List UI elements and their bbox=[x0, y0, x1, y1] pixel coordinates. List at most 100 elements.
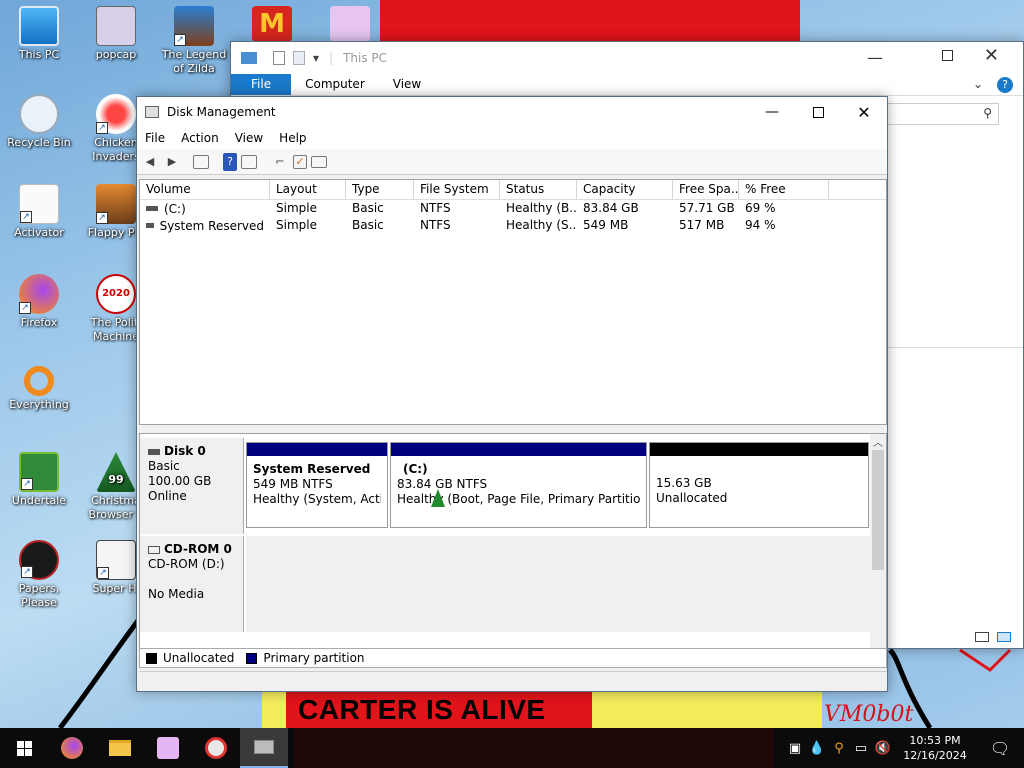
badge-2020: 2020 bbox=[102, 288, 130, 299]
volume-muted-icon[interactable]: 🔇 bbox=[872, 728, 894, 768]
primary-partition-bar bbox=[391, 443, 646, 456]
taskbar-pony-app[interactable] bbox=[144, 728, 192, 768]
table-row[interactable]: (C:) Simple Basic NTFS Healthy (B... 83.… bbox=[140, 200, 886, 217]
taskbar-app-red[interactable] bbox=[192, 728, 240, 768]
network-icon[interactable]: ▭ bbox=[850, 728, 872, 768]
tab-computer[interactable]: Computer bbox=[291, 74, 379, 95]
col-file-system[interactable]: File System bbox=[414, 180, 500, 199]
minimize-button[interactable]: — bbox=[749, 97, 795, 127]
activator-shortcut[interactable]: ↗ Activator bbox=[1, 182, 77, 266]
col-free-space[interactable]: Free Spa... bbox=[673, 180, 739, 199]
explorer-divider bbox=[887, 347, 1023, 348]
disk-management-icon bbox=[254, 740, 274, 754]
close-button[interactable]: ✕ bbox=[984, 45, 999, 66]
firefox-icon: ↗ bbox=[19, 274, 59, 314]
icon-label: This PC bbox=[18, 48, 60, 61]
notification-icon[interactable]: 🗨 bbox=[976, 728, 1024, 768]
papers-please-shortcut[interactable]: ↗ Papers, Please bbox=[1, 538, 77, 622]
firefox-shortcut[interactable]: ↗ Firefox bbox=[1, 272, 77, 356]
scroll-thumb[interactable] bbox=[872, 450, 884, 570]
help-icon[interactable]: ? bbox=[997, 77, 1013, 93]
key-icon[interactable]: ⚲ bbox=[828, 728, 850, 768]
menu-view[interactable]: View bbox=[227, 131, 271, 145]
icon-label: Papers, Please bbox=[18, 582, 60, 609]
forward-arrow-icon[interactable]: ▶ bbox=[163, 153, 181, 171]
vertical-scrollbar[interactable]: ︿ ﹀ bbox=[870, 434, 886, 664]
start-button[interactable] bbox=[0, 728, 48, 768]
menu-file[interactable]: File bbox=[137, 131, 173, 145]
maximize-button[interactable] bbox=[795, 97, 841, 127]
show-hide-icon[interactable] bbox=[241, 154, 257, 169]
minimize-button[interactable]: — bbox=[867, 48, 883, 67]
popcap-shortcut[interactable]: popcap bbox=[78, 4, 154, 88]
partition-c[interactable]: (C:) 83.84 GB NTFS Healthy (Boot, Page F… bbox=[390, 442, 647, 528]
explorer-title: This PC bbox=[343, 51, 388, 65]
scroll-up-icon[interactable]: ︿ bbox=[873, 434, 883, 449]
taskbar-firefox[interactable] bbox=[48, 728, 96, 768]
system-tray: ▣ 💧 ⚲ ▭ 🔇 10:53 PM 12/16/2024 🗨 bbox=[784, 728, 1024, 768]
expand-ribbon-icon[interactable]: ⌄ bbox=[959, 74, 997, 95]
new-folder-icon[interactable] bbox=[293, 51, 305, 65]
tab-file[interactable]: File bbox=[231, 74, 292, 95]
cdrom-empty-area bbox=[246, 536, 872, 632]
clock[interactable]: 10:53 PM 12/16/2024 bbox=[894, 733, 976, 763]
status-bar bbox=[139, 671, 887, 689]
properties-check-icon[interactable]: ✓ bbox=[293, 154, 307, 169]
taskbar-file-explorer[interactable] bbox=[96, 728, 144, 768]
partition-status: Unallocated bbox=[656, 491, 728, 505]
everything-shortcut[interactable]: Everything bbox=[1, 360, 77, 444]
back-arrow-icon[interactable]: ◀ bbox=[141, 153, 159, 171]
connect-icon[interactable]: ⌐ bbox=[271, 153, 289, 171]
free-cell: 57.71 GB bbox=[679, 201, 735, 215]
this-pc-shortcut[interactable]: This PC bbox=[1, 4, 77, 88]
flappy-icon: ↗ bbox=[96, 184, 136, 224]
large-icons-view-icon[interactable] bbox=[997, 632, 1011, 642]
maximize-button[interactable] bbox=[942, 50, 953, 61]
legend-of-zilda-shortcut[interactable]: ↗ The Legend of Zilda bbox=[156, 4, 232, 88]
explorer-search-box[interactable]: ⚲ bbox=[883, 103, 999, 125]
chevron-down-icon[interactable]: ▾ bbox=[313, 51, 319, 65]
help-book-icon[interactable]: ? bbox=[223, 152, 237, 171]
icon-label: The Legend of Zilda bbox=[161, 48, 227, 75]
col-status[interactable]: Status bbox=[500, 180, 577, 199]
recycle-bin-shortcut[interactable]: Recycle Bin bbox=[1, 92, 77, 176]
close-button[interactable]: ✕ bbox=[841, 97, 887, 127]
disk-0-label[interactable]: Disk 0 Basic 100.00 GB Online bbox=[140, 438, 244, 534]
mcdonalds-icon[interactable]: M bbox=[252, 6, 292, 42]
pony-icon[interactable] bbox=[330, 6, 370, 42]
folder-icon bbox=[241, 52, 257, 64]
drive-icon bbox=[146, 223, 154, 228]
fs-cell: NTFS bbox=[420, 201, 451, 215]
col-volume[interactable]: Volume bbox=[140, 180, 270, 199]
list-view-icon[interactable] bbox=[311, 155, 327, 168]
console-tree-icon[interactable] bbox=[193, 154, 209, 169]
col-capacity[interactable]: Capacity bbox=[577, 180, 673, 199]
disk-management-window[interactable]: Disk Management — ✕ File Action View Hel… bbox=[136, 96, 888, 692]
undertale-shortcut[interactable]: ↗ Undertale bbox=[1, 450, 77, 534]
unallocated-swatch bbox=[146, 652, 157, 664]
dm-titlebar[interactable]: Disk Management — ✕ bbox=[137, 97, 887, 127]
partition-status: Healthy (System, Active, bbox=[253, 492, 381, 506]
col-layout[interactable]: Layout bbox=[270, 180, 346, 199]
drop-icon[interactable]: 💧 bbox=[806, 728, 828, 768]
table-row[interactable]: System Reserved Simple Basic NTFS Health… bbox=[140, 217, 886, 234]
partition-system-reserved[interactable]: System Reserved 549 MB NTFS Healthy (Sys… bbox=[246, 442, 388, 528]
explorer-titlebar[interactable]: ▾ | This PC — ✕ bbox=[231, 42, 1023, 74]
capacity-cell: 549 MB bbox=[583, 218, 629, 232]
shortcut-arrow-icon: ↗ bbox=[174, 34, 186, 46]
partition-size: 549 MB NTFS bbox=[253, 477, 333, 491]
taskbar-disk-management[interactable] bbox=[240, 728, 288, 768]
tab-view[interactable]: View bbox=[379, 74, 435, 95]
cdrom-0-label[interactable]: CD-ROM 0 CD-ROM (D:) No Media bbox=[140, 536, 244, 632]
col-percent-free[interactable]: % Free bbox=[739, 180, 829, 199]
menu-action[interactable]: Action bbox=[173, 131, 227, 145]
network-adapter-icon[interactable]: ▣ bbox=[784, 728, 806, 768]
disk-0-size: 100.00 GB bbox=[148, 474, 212, 488]
col-type[interactable]: Type bbox=[346, 180, 414, 199]
menu-help[interactable]: Help bbox=[271, 131, 314, 145]
type-cell: Basic bbox=[352, 201, 384, 215]
properties-icon[interactable] bbox=[273, 51, 285, 65]
banner-text: CARTER IS ALIVE bbox=[298, 694, 546, 725]
details-view-icon[interactable] bbox=[975, 632, 989, 642]
partition-unallocated[interactable]: 15.63 GB Unallocated bbox=[649, 442, 869, 528]
